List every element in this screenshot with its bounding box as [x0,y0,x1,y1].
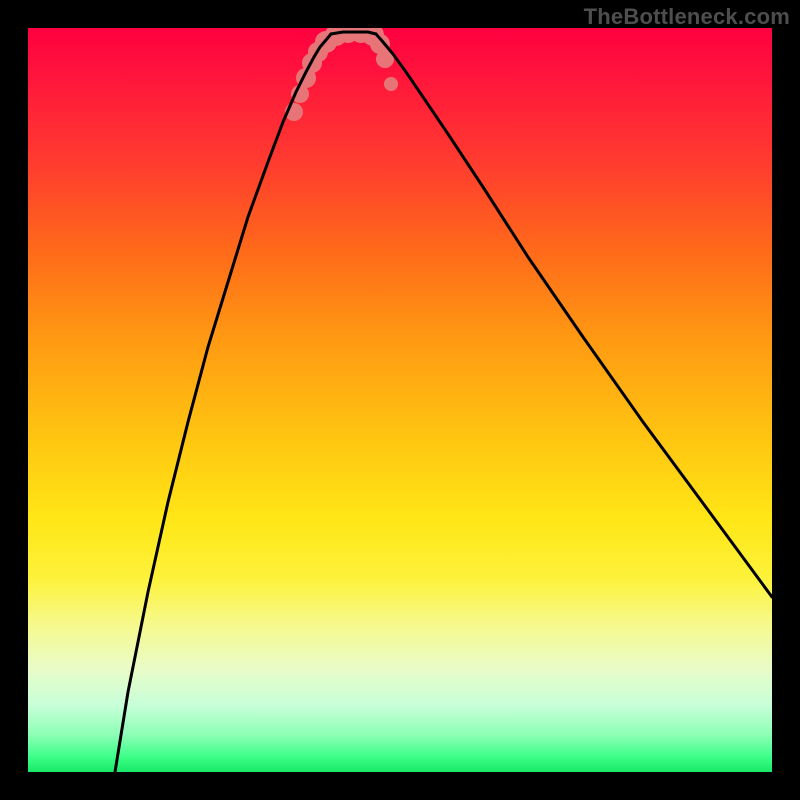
watermark-text: TheBottleneck.com [584,4,790,30]
left-branch-curve [115,34,331,772]
marker-dot [384,77,398,91]
chart-frame: TheBottleneck.com [0,0,800,800]
curve-layer [28,28,772,772]
right-branch-curve [376,34,772,597]
plot-area [28,28,772,772]
